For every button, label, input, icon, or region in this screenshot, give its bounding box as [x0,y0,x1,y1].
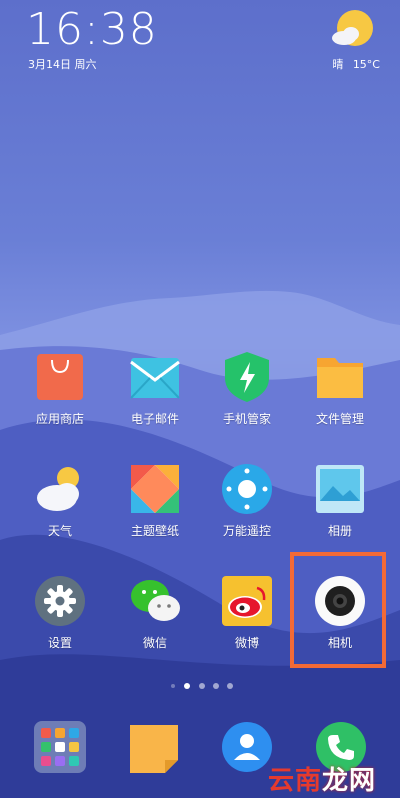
app-label: 天气 [47,524,72,538]
app-label: 主题壁纸 [130,524,179,538]
highlight-box [290,552,386,668]
app-label: 微信 [142,636,167,650]
app-label: 文件管理 [315,412,364,426]
watermark: 云南龙网 [268,760,376,797]
app-label: 万能遥控 [222,524,271,538]
weather-condition: 晴 [332,58,344,71]
app-weibo[interactable]: 微博 [207,574,287,651]
security-shield-icon [220,350,274,404]
app-label: 相册 [327,524,352,538]
weather-text: 晴 15°C [332,56,380,72]
weibo-icon [220,574,274,628]
app-security[interactable]: 手机管家 [207,350,287,427]
app-app-store[interactable]: 应用商店 [20,350,100,427]
themes-icon [128,462,182,516]
status-area: 16:38 3月14日 周六 晴 15°C [0,0,400,90]
page-dot[interactable] [199,683,205,689]
notes-icon[interactable] [127,722,181,776]
app-label: 微博 [234,636,259,650]
page-dot-current[interactable] [184,683,190,689]
watermark-part1: 云南 [268,766,323,796]
app-label: 电子邮件 [130,412,179,426]
weather-temperature: 15°C [352,58,380,71]
gallery-icon [313,462,367,516]
app-label: 手机管家 [222,412,271,426]
app-store-icon [33,350,87,404]
page-dot[interactable] [171,684,175,688]
app-files[interactable]: 文件管理 [300,350,380,427]
page-indicator[interactable] [0,683,400,691]
app-settings[interactable]: 设置 [20,574,100,651]
remote-icon [220,462,274,516]
settings-gear-icon [33,574,87,628]
contacts-icon[interactable] [220,720,274,774]
app-themes[interactable]: 主题壁纸 [115,462,195,539]
app-label: 设置 [47,636,72,650]
app-email[interactable]: 电子邮件 [115,350,195,427]
weather-icon [33,462,87,516]
app-wechat[interactable]: 微信 [115,574,195,651]
clock-time[interactable]: 16:38 [26,4,158,55]
app-label: 应用商店 [35,412,84,426]
app-gallery[interactable]: 相册 [300,462,380,539]
app-weather[interactable]: 天气 [20,462,100,539]
app-remote[interactable]: 万能遥控 [207,462,287,539]
wechat-icon [128,574,182,628]
page-dot[interactable] [227,683,233,689]
sunny-cloud-icon[interactable] [330,8,374,52]
date-text[interactable]: 3月14日 周六 [28,56,97,72]
watermark-part2: 龙网 [322,766,377,796]
page-dot[interactable] [213,683,219,689]
folder-icon [313,350,367,404]
email-icon [128,350,182,404]
app-folder-icon[interactable] [33,720,87,774]
